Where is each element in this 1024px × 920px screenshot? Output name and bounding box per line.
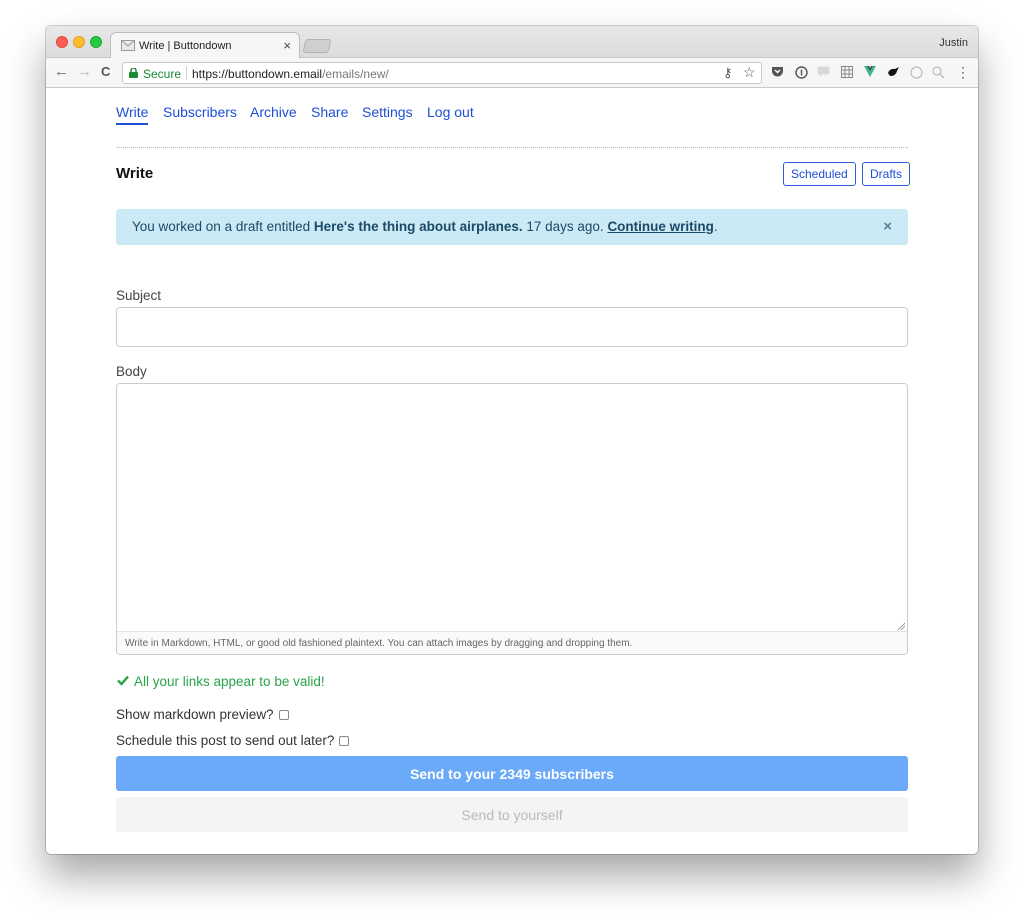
close-window-button[interactable] [56,36,68,48]
minimize-window-button[interactable] [73,36,85,48]
url-host: https://buttondown.email [192,67,323,81]
pocket-extension-icon[interactable] [770,66,784,80]
send-to-subscribers-button[interactable]: Send to your 2349 subscribers [116,756,908,791]
bookmark-star-icon[interactable]: ☆ [743,64,756,81]
schedule-checkbox[interactable] [339,736,350,746]
resize-grip-icon[interactable] [897,622,905,630]
address-bar[interactable]: Secure https://buttondown.email/emails/n… [122,62,762,84]
alert-draft-title: Here's the thing about airplanes. [313,219,523,234]
password-manager-extension-icon[interactable] [794,66,808,80]
reload-icon[interactable]: C [101,64,110,80]
lock-icon [129,68,138,78]
nav-share[interactable]: Share [311,104,348,120]
body-textarea[interactable] [117,384,907,632]
circle-extension-icon[interactable] [909,66,923,80]
schedule-row: Schedule this post to send out later? [116,733,350,748]
schedule-label: Schedule this post to send out later? [116,733,335,748]
nav-settings[interactable]: Settings [362,104,413,120]
browser-window: Write | Buttondown × Justin ← → C Secure… [46,26,978,854]
nav-log-out[interactable]: Log out [427,104,474,120]
body-help-text: Write in Markdown, HTML, or good old fas… [117,631,907,654]
vue-devtools-icon[interactable] [863,66,877,80]
address-separator [186,66,187,80]
nav-divider [116,147,908,148]
draft-alert: You worked on a draft entitled Here's th… [116,209,908,245]
links-valid-message: All your links appear to be valid! [116,674,325,689]
inspect-extension-icon[interactable] [931,66,945,80]
browser-toolbar: ← → C Secure https://buttondown.email/em… [46,58,978,88]
zoom-window-button[interactable] [90,36,102,48]
bird-extension-icon[interactable] [886,66,900,80]
back-icon[interactable]: ← [54,64,69,80]
drafts-button[interactable]: Drafts [862,162,911,186]
secure-label: Secure [143,67,182,81]
page-title: Write [116,165,154,182]
alert-close-icon[interactable]: × [883,209,892,245]
nav-write[interactable]: Write [116,104,149,125]
markdown-preview-label: Show markdown preview? [116,707,274,722]
page-content: Write Subscribers Archive Share Settings… [46,88,978,854]
browser-menu-icon[interactable]: ⋮ [956,65,970,79]
key-icon[interactable]: ⚷ [723,65,733,81]
alert-middle: 17 days ago. [522,219,608,234]
continue-writing-link[interactable]: Continue writing [607,219,713,234]
url-text[interactable]: https://buttondown.email/emails/new/ [192,67,389,81]
profile-name[interactable]: Justin [939,37,968,49]
nav-subscribers[interactable]: Subscribers [163,104,237,120]
links-valid-text: All your links appear to be valid! [134,674,325,689]
alert-suffix: . [713,219,718,234]
tab-title: Write | Buttondown [139,40,232,52]
send-to-yourself-button[interactable]: Send to yourself [116,797,908,832]
subject-input[interactable] [116,307,908,347]
subject-label: Subject [116,288,162,303]
body-field: Write in Markdown, HTML, or good old fas… [116,383,908,655]
envelope-icon [121,40,135,51]
url-path: /emails/new/ [322,67,389,81]
browser-tab[interactable]: Write | Buttondown × [110,32,300,59]
forward-icon[interactable]: → [77,64,92,80]
new-tab-button[interactable] [302,39,332,53]
markdown-preview-row: Show markdown preview? [116,707,289,722]
title-bar: Write | Buttondown × Justin [46,26,978,59]
body-label: Body [116,364,147,379]
chat-extension-icon[interactable] [816,66,830,80]
grid-extension-icon[interactable] [840,66,854,80]
alert-prefix: You worked on a draft entitled [132,219,314,234]
markdown-preview-checkbox[interactable] [278,710,289,720]
tab-close-icon[interactable]: × [283,38,291,53]
scheduled-button[interactable]: Scheduled [783,162,856,186]
checkmark-icon [117,675,129,686]
nav-archive[interactable]: Archive [250,104,297,120]
